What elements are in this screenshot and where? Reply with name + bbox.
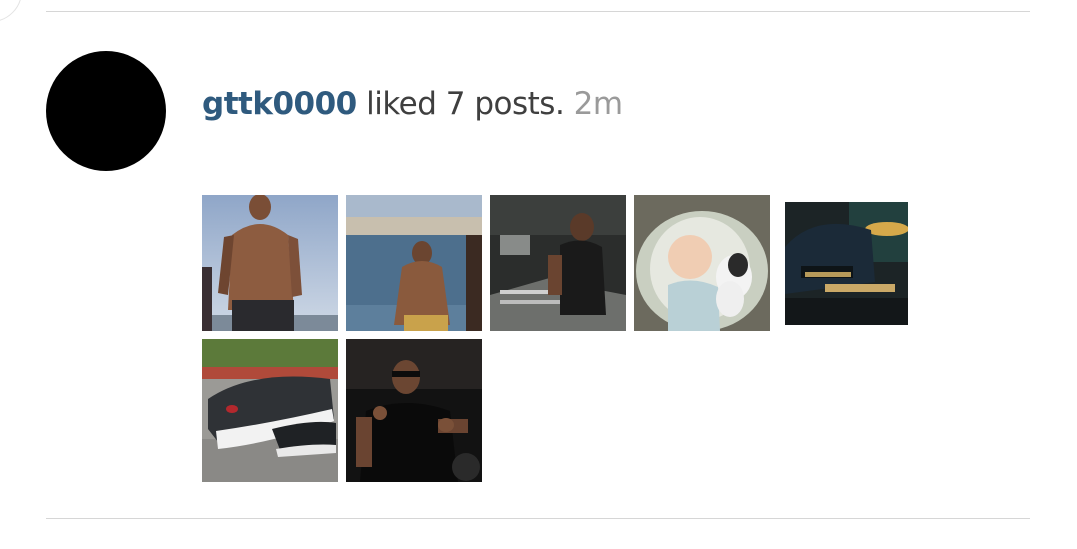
corner-decoration (0, 0, 22, 22)
bottom-divider (46, 518, 1030, 519)
post-thumbnail-2[interactable] (346, 195, 482, 331)
photo-sneakers (202, 339, 338, 482)
photo-cap-on-table (785, 202, 908, 325)
photo-man-in-studio (490, 195, 626, 331)
notification-headline: gttk0000 liked 7 posts. 2m (202, 84, 623, 124)
photo-baby-with-puppy (634, 195, 770, 331)
timestamp: 2m (573, 86, 623, 122)
top-divider (46, 11, 1030, 12)
username-link[interactable]: gttk0000 (202, 86, 357, 122)
post-thumbnail-6[interactable] (202, 339, 338, 482)
photo-shirtless-man-sky (202, 195, 338, 331)
post-thumbnail-5[interactable] (785, 202, 908, 325)
post-thumbnail-3[interactable] (490, 195, 626, 331)
post-thumbnail-1[interactable] (202, 195, 338, 331)
photo-man-in-black-shirt (346, 339, 482, 482)
avatar[interactable] (46, 51, 166, 171)
action-text: liked 7 posts. (356, 86, 565, 122)
post-thumbnail-7[interactable] (346, 339, 482, 482)
post-thumbnail-4[interactable] (634, 195, 770, 331)
photo-man-by-sea (346, 195, 482, 331)
